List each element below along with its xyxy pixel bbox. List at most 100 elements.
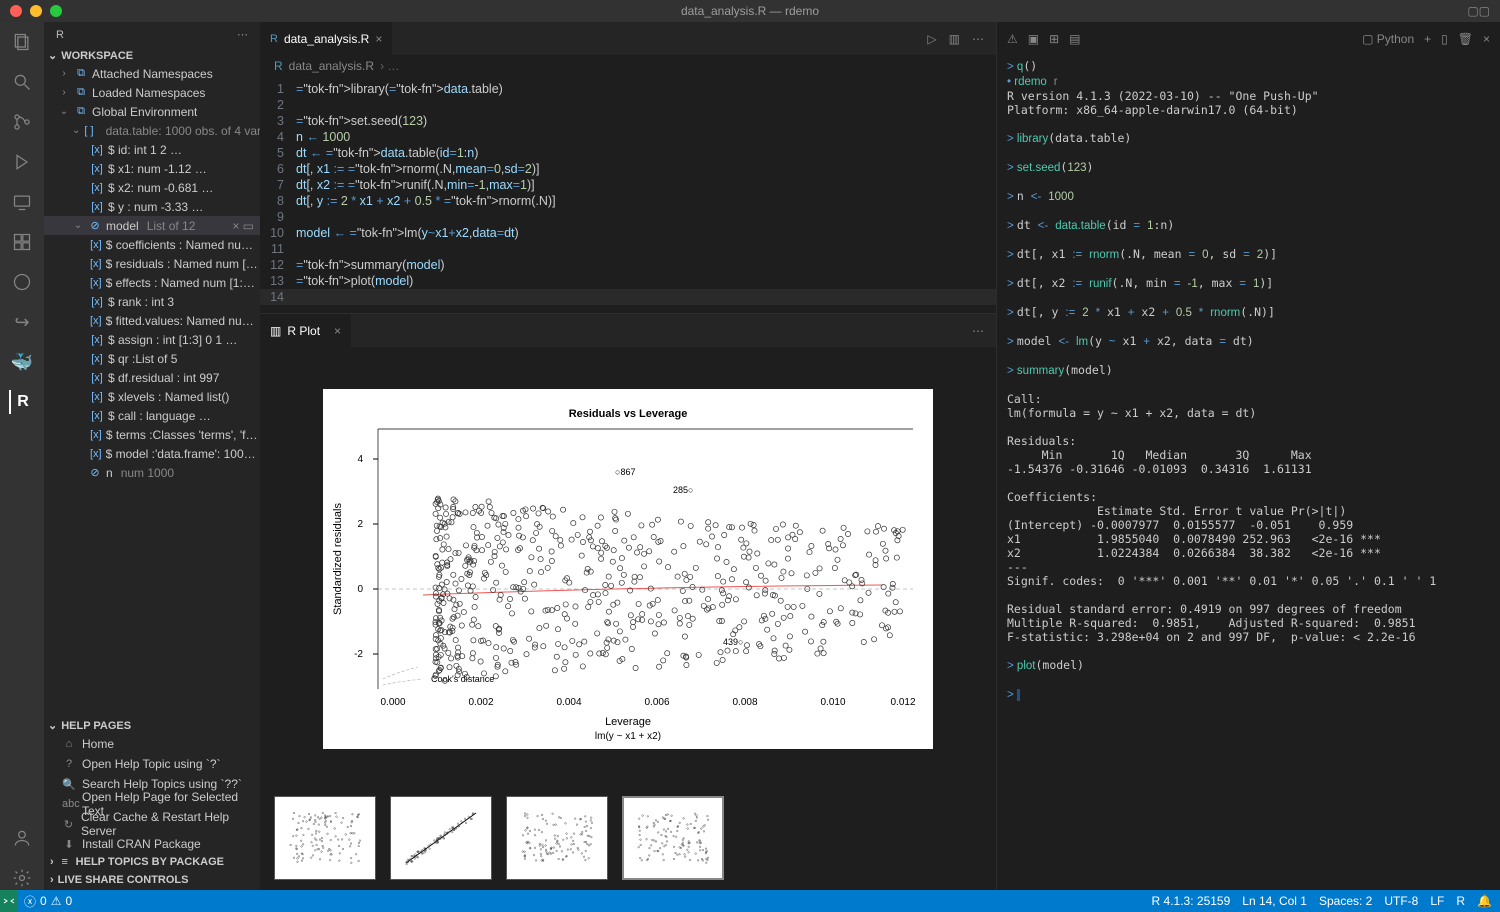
tab-data-analysis[interactable]: R data_analysis.R ×	[260, 22, 393, 55]
split-editor-icon[interactable]: ▥	[949, 32, 960, 46]
close-tab-icon[interactable]: ×	[375, 32, 382, 46]
status-lang[interactable]: R	[1456, 894, 1465, 908]
terminal-body[interactable]: > q() • rdemo r R version 4.1.3 (2022-03…	[997, 55, 1500, 890]
warning-icon[interactable]: ⚠	[1007, 32, 1018, 46]
sidebar-more-icon[interactable]: ⋯	[237, 28, 248, 41]
var-model-child[interactable]: [x]$ xlevels : Named list()	[44, 387, 260, 406]
live-share-section[interactable]: ›LIVE SHARE CONTROLS	[44, 870, 260, 890]
close-terminal-icon[interactable]: ×	[1483, 32, 1490, 46]
thumb-2[interactable]	[390, 796, 492, 880]
github-icon[interactable]	[10, 270, 34, 294]
status-bar: ⓧ 0 ⚠ 0 R 4.1.3: 25159 Ln 14, Col 1 Spac…	[0, 890, 1500, 912]
editor-more-icon[interactable]: ⋯	[972, 32, 984, 46]
remote-explorer-icon[interactable]	[10, 190, 34, 214]
account-icon[interactable]	[10, 826, 34, 850]
var-model-child[interactable]: [x]$ fitted.values: Named num [1:10…	[44, 311, 260, 330]
var-model-child[interactable]: [x]$ df.residual : int 997	[44, 368, 260, 387]
live-share-icon[interactable]: ↪	[10, 310, 34, 334]
var-dt-child[interactable]: [x]$ x1: num -1.12 …	[44, 159, 260, 178]
run-debug-icon[interactable]	[10, 150, 34, 174]
workspace-section[interactable]: ⌄WORKSPACE	[44, 47, 260, 64]
help-item[interactable]: ?Open Help Topic using `?`	[44, 754, 260, 774]
help-by-package[interactable]: ›≡Help Topics by Package	[44, 854, 260, 870]
plot-tab-label: R Plot	[287, 324, 320, 338]
var-dt-child[interactable]: [x]$ y : num -3.33 …	[44, 197, 260, 216]
var-model[interactable]: ⌄⊘modelList of 12× ▭	[44, 216, 260, 235]
global-environment[interactable]: ⌄⧉Global Environment	[44, 102, 260, 121]
remote-indicator[interactable]	[0, 890, 18, 912]
var-model-child[interactable]: [x]$ effects : Named num [1:1000] -…	[44, 273, 260, 292]
extensions-icon[interactable]	[10, 230, 34, 254]
residuals-leverage-plot: Residuals vs Leverage 4 2 0 -2	[323, 389, 933, 749]
status-eol[interactable]: LF	[1430, 894, 1444, 908]
svg-text:0.012: 0.012	[890, 697, 915, 708]
window-title: data_analysis.R — rdemo	[681, 4, 819, 18]
activity-bar: ↪ 🐳 R	[0, 22, 44, 890]
source-control-icon[interactable]	[10, 110, 34, 134]
svg-text:439○: 439○	[723, 637, 743, 647]
svg-text:4: 4	[357, 454, 363, 465]
trash-icon[interactable]: 🗑	[1458, 32, 1473, 46]
minimize-window-button[interactable]	[30, 5, 42, 17]
save-icon[interactable]: ▣	[1028, 32, 1039, 46]
var-model-child[interactable]: [x]$ assign : int [1:3] 0 1 …	[44, 330, 260, 349]
var-dt[interactable]: ⌄[ ]dtdata.table: 1000 obs. of 4 varia…	[44, 121, 260, 140]
thumb-3[interactable]	[506, 796, 608, 880]
svg-text:○867: ○867	[615, 467, 635, 477]
var-model-child[interactable]: [x]$ residuals : Named num [1:1000…	[44, 254, 260, 273]
help-item[interactable]: ⌂Home	[44, 734, 260, 754]
plot-thumbnails	[260, 786, 996, 890]
window-controls	[0, 5, 62, 17]
maximize-window-button[interactable]	[50, 5, 62, 17]
docker-icon[interactable]: 🐳	[10, 350, 34, 374]
attached-namespaces[interactable]: ›⧉Attached Namespaces	[44, 64, 260, 83]
r-extension-icon[interactable]: R	[9, 390, 33, 414]
thumb-4[interactable]	[622, 796, 724, 880]
layout-icon[interactable]: ▢▢	[1467, 4, 1490, 18]
var-dt-child[interactable]: [x]$ id: int 1 2 …	[44, 140, 260, 159]
code-editor[interactable]: 1="tok-fn">library(="tok-fn">data.table)…	[260, 77, 996, 313]
status-errors[interactable]: ⓧ 0 ⚠ 0	[24, 893, 72, 910]
settings-gear-icon[interactable]	[10, 866, 34, 890]
var-model-child[interactable]: [x]$ terms :Classes 'terms', 'formul…	[44, 425, 260, 444]
svg-text:285○: 285○	[673, 485, 693, 495]
titlebar: data_analysis.R — rdemo ▢▢	[0, 0, 1500, 22]
status-r-version[interactable]: R 4.1.3: 25159	[1152, 894, 1231, 908]
run-file-icon[interactable]: ▷	[927, 32, 936, 46]
close-plot-tab-icon[interactable]: ×	[326, 324, 341, 338]
status-cursor[interactable]: Ln 14, Col 1	[1242, 894, 1307, 908]
status-encoding[interactable]: UTF-8	[1384, 894, 1418, 908]
terminal-panel: ⚠ ▣ ⊞ ▤ ▢ Python + ▯ 🗑 × > q() • rdemo r…	[996, 22, 1500, 890]
svg-text:0.006: 0.006	[644, 697, 669, 708]
status-bell-icon[interactable]: 🔔	[1477, 894, 1492, 908]
var-model-child[interactable]: [x]$ call : language …	[44, 406, 260, 425]
svg-text:Leverage: Leverage	[605, 716, 651, 728]
var-model-child[interactable]: [x]$ qr :List of 5	[44, 349, 260, 368]
doc-icon[interactable]: ▤	[1069, 32, 1080, 46]
grid-icon[interactable]: ⊞	[1049, 32, 1059, 46]
thumb-1[interactable]	[274, 796, 376, 880]
split-terminal-icon[interactable]: ▯	[1441, 32, 1448, 46]
breadcrumb[interactable]: R data_analysis.R › …	[260, 55, 996, 77]
var-model-child[interactable]: [x]$ rank : int 3	[44, 292, 260, 311]
loaded-namespaces[interactable]: ›⧉Loaded Namespaces	[44, 83, 260, 102]
svg-text:2: 2	[357, 519, 363, 530]
explorer-icon[interactable]	[10, 30, 34, 54]
svg-text:0.008: 0.008	[732, 697, 757, 708]
status-spaces[interactable]: Spaces: 2	[1319, 894, 1372, 908]
var-dt-child[interactable]: [x]$ x2: num -0.681 …	[44, 178, 260, 197]
close-row-icon[interactable]: × ▭	[232, 219, 260, 233]
var-model-child[interactable]: [x]$ coefficients : Named num [1:3]…	[44, 235, 260, 254]
kernel-select[interactable]: ▢ Python	[1362, 32, 1414, 46]
search-icon[interactable]	[10, 70, 34, 94]
var-n[interactable]: ›⊘nnum 1000	[44, 463, 260, 482]
close-window-button[interactable]	[10, 5, 22, 17]
help-item[interactable]: ↻Clear Cache & Restart Help Server	[44, 814, 260, 834]
sidebar-title: R	[56, 29, 64, 41]
help-pages-section[interactable]: ⌄HELP PAGES	[44, 717, 260, 734]
add-terminal-icon[interactable]: +	[1424, 32, 1431, 46]
tab-r-plot[interactable]: ▥ R Plot ×	[260, 314, 352, 347]
plot-more-icon[interactable]: ⋯	[972, 324, 984, 338]
var-model-child[interactable]: [x]$ model :'data.frame': 1000 obs. …	[44, 444, 260, 463]
svg-text:-2: -2	[354, 649, 363, 660]
